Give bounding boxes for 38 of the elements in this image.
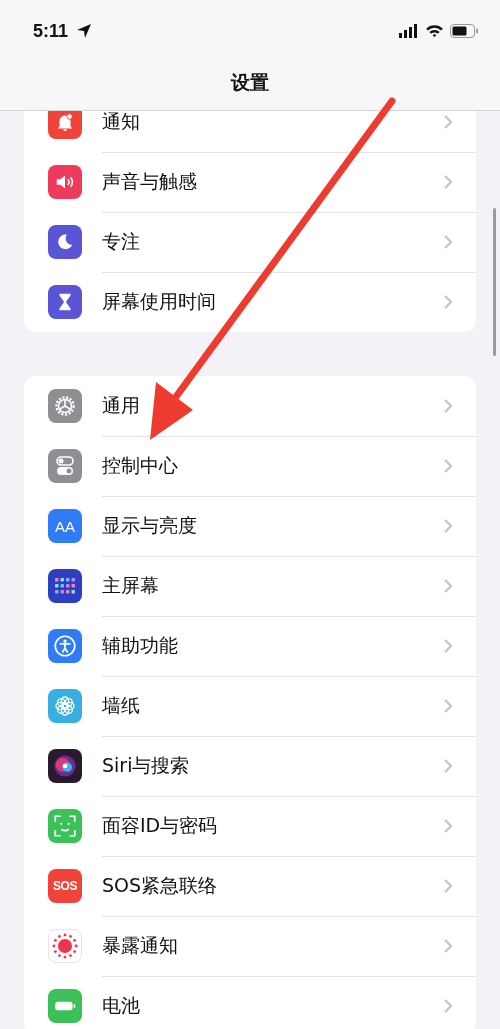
chevron-icon — [444, 999, 452, 1013]
settings-item-label[interactable]: 声音与触感 — [102, 168, 444, 195]
chevron-icon — [444, 698, 452, 713]
wifi-icon — [425, 24, 444, 38]
location-arrow-icon — [76, 23, 93, 39]
chevron-icon — [444, 458, 452, 473]
settings-item-label[interactable]: 显示与亮度 — [102, 512, 444, 539]
settings-item-label[interactable]: 辅助功能 — [102, 632, 444, 659]
chevron-icon — [444, 114, 452, 129]
chevron-icon — [444, 174, 452, 189]
chevron-icon — [444, 938, 452, 953]
settings-item-label[interactable]: SOS紧急联络 — [102, 872, 444, 899]
settings-item-label[interactable]: 通知 — [102, 111, 444, 135]
settings-item-label[interactable]: 屏幕使用时间 — [102, 289, 444, 315]
chevron-icon — [444, 878, 452, 893]
text-size-icon: AA — [48, 509, 82, 543]
settings-item-label[interactable]: 控制中心 — [102, 452, 444, 479]
settings-item-label[interactable]: 面容ID与密码 — [102, 812, 444, 839]
chevron-icon — [444, 234, 452, 249]
chevron-icon — [444, 398, 452, 413]
chevron-icon — [444, 758, 452, 773]
settings-item-label[interactable]: 通用 — [102, 392, 444, 419]
status-time: 5:11 — [33, 20, 69, 42]
chevron-icon — [444, 818, 452, 833]
settings-item-label[interactable]: 暴露通知 — [102, 932, 444, 959]
chevron-icon — [444, 578, 452, 593]
settings-item-label[interactable]: 主屏幕 — [102, 572, 444, 599]
settings-item-label[interactable]: 墙纸 — [102, 692, 444, 719]
signal-icon — [399, 24, 419, 38]
settings-item-label[interactable]: 专注 — [102, 228, 444, 255]
settings-item-label[interactable]: Siri与搜索 — [102, 752, 444, 779]
settings-item-label[interactable]: 电池 — [102, 993, 444, 1019]
chevron-icon — [444, 295, 452, 309]
page-title: 设置 — [229, 70, 270, 95]
battery-icon — [450, 24, 478, 38]
chevron-icon — [444, 638, 452, 653]
text-size-icon: SOS — [48, 869, 82, 903]
chevron-icon — [444, 518, 452, 533]
